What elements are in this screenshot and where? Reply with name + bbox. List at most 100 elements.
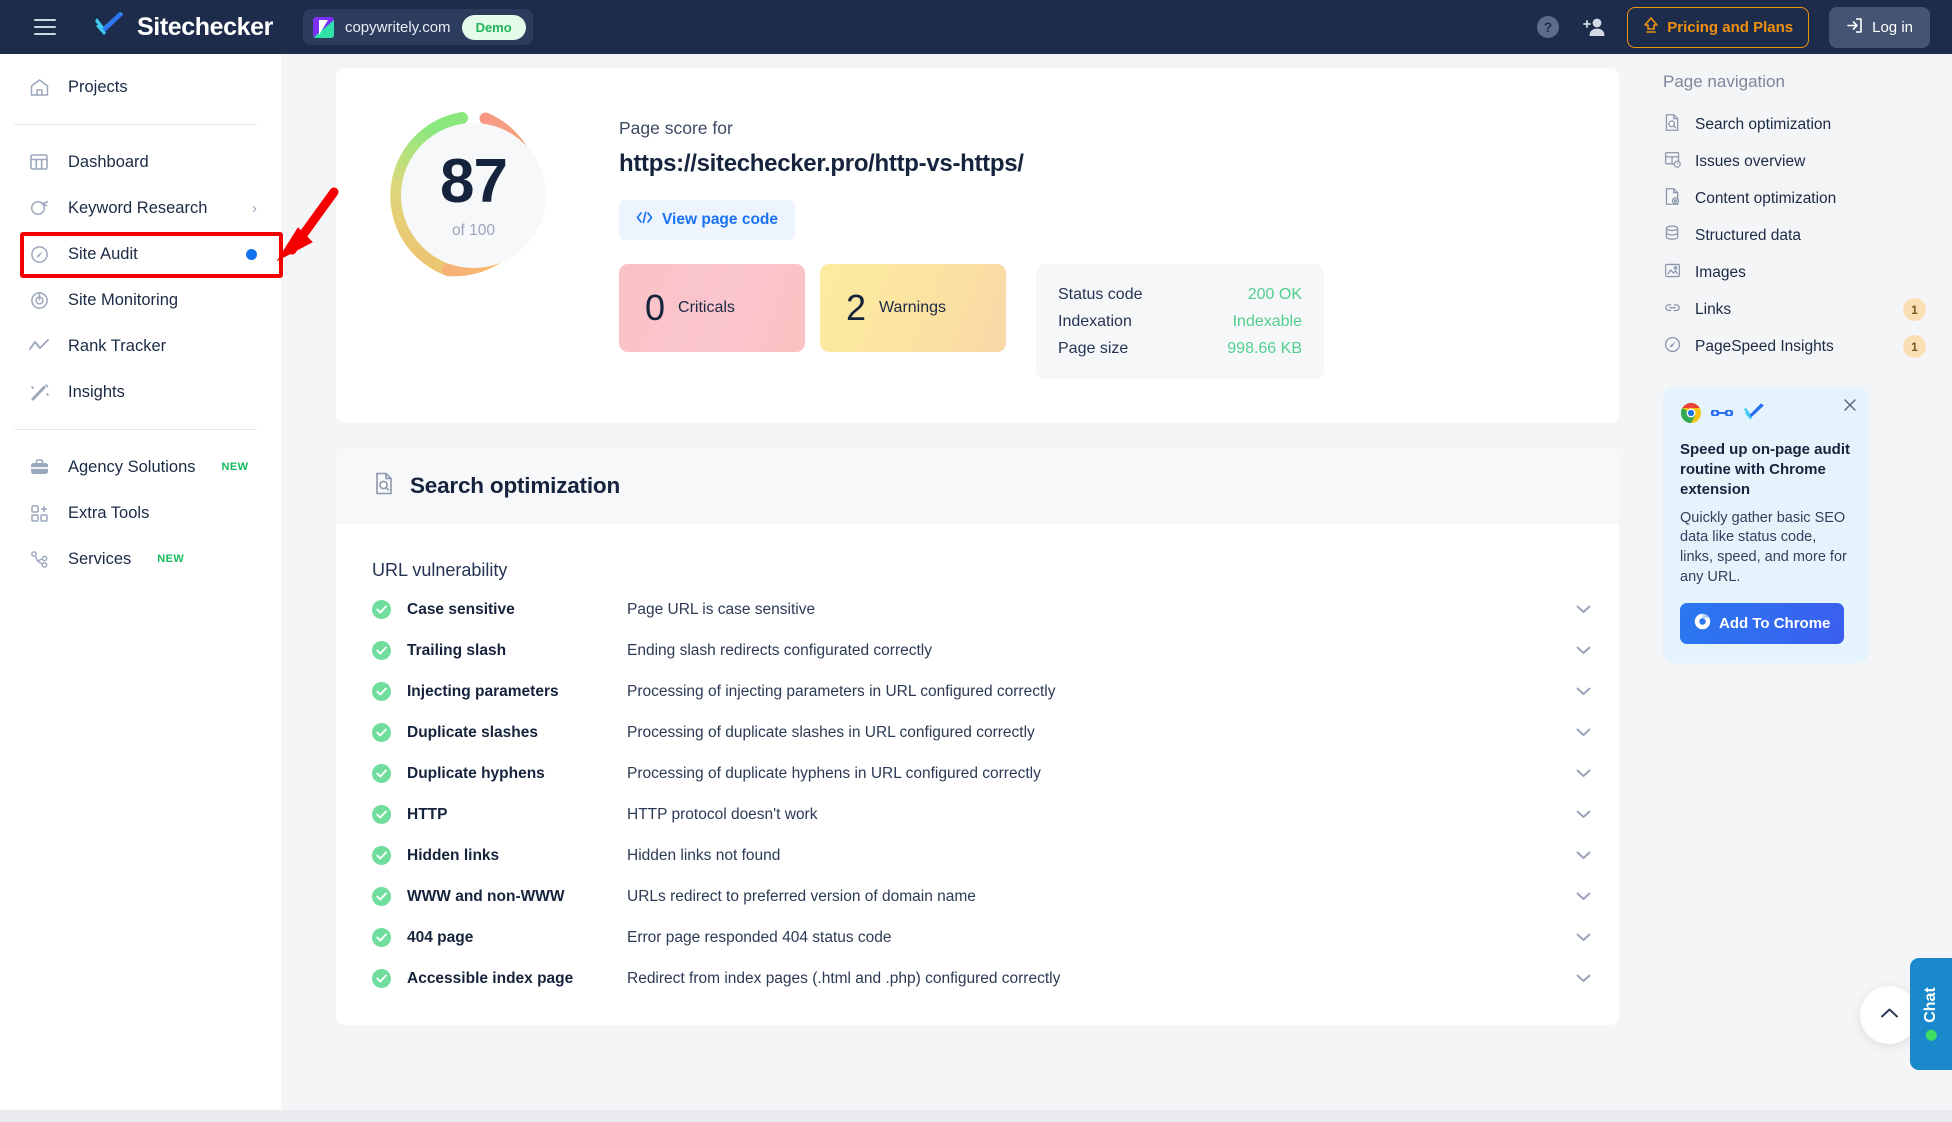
status-row: Indexation Indexable <box>1058 308 1302 335</box>
sidebar-item-keyword-research[interactable]: Keyword Research › <box>0 185 281 231</box>
criticals-card[interactable]: 0 Criticals <box>619 264 805 352</box>
page-nav-item-structured-data[interactable]: Structured data <box>1663 217 1952 254</box>
new-badge: NEW <box>221 461 249 473</box>
status-code-value: 200 OK <box>1247 285 1302 303</box>
page-navigation-title: Page navigation <box>1663 72 1785 91</box>
url-vulnerability-rows: Case sensitive Page URL is case sensitiv… <box>336 589 1619 1025</box>
sidebar-item-services[interactable]: Services NEW <box>0 536 281 582</box>
chevron-down-icon[interactable] <box>1576 970 1591 988</box>
page-nav-item-pagespeed-insights[interactable]: PageSpeed Insights 1 <box>1663 328 1952 365</box>
status-row: Page size 998.66 KB <box>1058 335 1302 362</box>
sidebar-label: Services <box>68 549 132 568</box>
warnings-card[interactable]: 2 Warnings <box>820 264 1006 352</box>
criticals-label: Criticals <box>678 299 735 316</box>
table-row[interactable]: WWW and non-WWW URLs redirect to preferr… <box>336 876 1619 917</box>
chrome-icon <box>1680 402 1702 429</box>
sidebar-item-insights[interactable]: Insights <box>0 369 281 415</box>
pricing-and-plans-button[interactable]: Pricing and Plans <box>1627 6 1810 48</box>
table-row[interactable]: Hidden links Hidden links not found <box>336 835 1619 876</box>
chevron-down-icon[interactable] <box>1576 888 1591 906</box>
close-icon[interactable] <box>1843 398 1857 417</box>
row-description: Redirect from index pages (.html and .ph… <box>627 969 1061 987</box>
table-row[interactable]: Accessible index page Redirect from inde… <box>336 958 1619 999</box>
check-circle-icon <box>372 928 391 947</box>
chevron-down-icon[interactable] <box>1576 847 1591 865</box>
sidebar-item-site-monitoring[interactable]: Site Monitoring <box>0 277 281 323</box>
help-circle-icon[interactable]: ? <box>1535 14 1561 40</box>
add-user-icon[interactable] <box>1581 14 1607 40</box>
chat-widget-button[interactable]: Chat <box>1910 958 1952 1070</box>
sidebar-item-extra-tools[interactable]: Extra Tools <box>0 490 281 536</box>
row-name: Duplicate hyphens <box>407 764 545 782</box>
sidebar-item-projects[interactable]: Projects <box>0 64 281 110</box>
project-selector[interactable]: copywritely.com Demo <box>302 9 533 45</box>
image-icon <box>1663 261 1682 285</box>
top-header-bar: Sitechecker copywritely.com Demo ? Prici… <box>0 0 1952 54</box>
page-nav-label: Links <box>1695 300 1732 318</box>
sidebar-item-agency-solutions[interactable]: Agency Solutions NEW <box>0 444 281 490</box>
table-row[interactable]: Case sensitive Page URL is case sensitiv… <box>336 589 1619 630</box>
services-node-icon <box>28 548 50 570</box>
row-name: WWW and non-WWW <box>407 887 565 905</box>
chrome-icon <box>1694 613 1711 634</box>
chrome-extension-promo-card: Speed up on-page audit routine with Chro… <box>1663 387 1868 664</box>
svg-text:?: ? <box>1544 19 1553 35</box>
row-description: Processing of duplicate slashes in URL c… <box>627 723 1035 741</box>
warnings-count: 2 <box>846 287 867 328</box>
links-count-badge: 1 <box>1903 298 1926 321</box>
trend-line-icon <box>28 335 50 357</box>
sidebar-item-dashboard[interactable]: Dashboard <box>0 139 281 185</box>
page-score-max: of 100 <box>451 222 496 239</box>
add-to-chrome-button[interactable]: Add To Chrome <box>1680 603 1845 645</box>
document-search-icon <box>372 471 397 501</box>
chevron-down-icon[interactable] <box>1576 765 1591 783</box>
chevron-down-icon[interactable] <box>1576 683 1591 701</box>
table-row[interactable]: Trailing slash Ending slash redirects co… <box>336 630 1619 671</box>
chat-label: Chat <box>1922 987 1939 1023</box>
login-button[interactable]: Log in <box>1829 6 1930 48</box>
sidebar-label: Dashboard <box>68 152 149 171</box>
sidebar-item-site-audit[interactable]: Site Audit <box>0 231 281 277</box>
magic-wand-icon <box>28 381 50 403</box>
sidebar-item-rank-tracker[interactable]: Rank Tracker <box>0 323 281 369</box>
section-title: Search optimization <box>410 473 620 498</box>
table-row[interactable]: Duplicate hyphens Processing of duplicat… <box>336 753 1619 794</box>
chevron-right-icon[interactable]: › <box>252 200 257 217</box>
chevron-down-icon[interactable] <box>1576 929 1591 947</box>
brand-name: Sitechecker <box>137 12 273 41</box>
chevron-down-icon[interactable] <box>1576 642 1591 660</box>
view-page-code-label: View page code <box>662 211 779 228</box>
chevron-down-icon[interactable] <box>1576 724 1591 742</box>
dashboard-grid-icon <box>28 151 50 173</box>
unread-indicator-dot <box>246 248 257 260</box>
table-row[interactable]: HTTP HTTP protocol doesn't work <box>336 794 1619 835</box>
brand-logo[interactable]: Sitechecker <box>92 11 273 43</box>
table-row[interactable]: Injecting parameters Processing of injec… <box>336 671 1619 712</box>
page-nav-item-images[interactable]: Images <box>1663 254 1952 291</box>
table-row[interactable]: 404 page Error page responded 404 status… <box>336 917 1619 958</box>
pagespeed-count-badge: 1 <box>1903 335 1926 358</box>
check-circle-icon <box>372 846 391 865</box>
sidebar-label: Agency Solutions <box>68 457 196 476</box>
warnings-label: Warnings <box>879 299 947 316</box>
page-score-donut: 87 of 100 <box>386 108 561 283</box>
hamburger-menu-icon[interactable] <box>34 19 56 35</box>
chevron-up-icon <box>1880 1006 1899 1024</box>
promo-title: Speed up on-page audit routine with Chro… <box>1680 441 1851 498</box>
chevron-down-icon[interactable] <box>1576 806 1591 824</box>
page-nav-item-content-optimization[interactable]: Content optimization <box>1663 180 1952 217</box>
row-description: HTTP protocol doesn't work <box>627 805 818 823</box>
issues-grid-icon <box>1663 150 1682 174</box>
sidebar-label: Site Monitoring <box>68 290 179 309</box>
check-circle-icon <box>372 764 391 783</box>
page-nav-item-search-optimization[interactable]: Search optimization <box>1663 106 1952 143</box>
table-row[interactable]: Duplicate slashes Processing of duplicat… <box>336 712 1619 753</box>
project-name: copywritely.com <box>344 18 451 36</box>
radar-icon <box>28 289 50 311</box>
page-nav-item-issues-overview[interactable]: Issues overview <box>1663 143 1952 180</box>
page-nav-item-links[interactable]: Links 1 <box>1663 291 1952 328</box>
status-row: Status code 200 OK <box>1058 281 1302 308</box>
page-nav-label: Issues overview <box>1695 152 1806 170</box>
view-page-code-button[interactable]: View page code <box>619 200 796 240</box>
chevron-down-icon[interactable] <box>1576 601 1591 619</box>
